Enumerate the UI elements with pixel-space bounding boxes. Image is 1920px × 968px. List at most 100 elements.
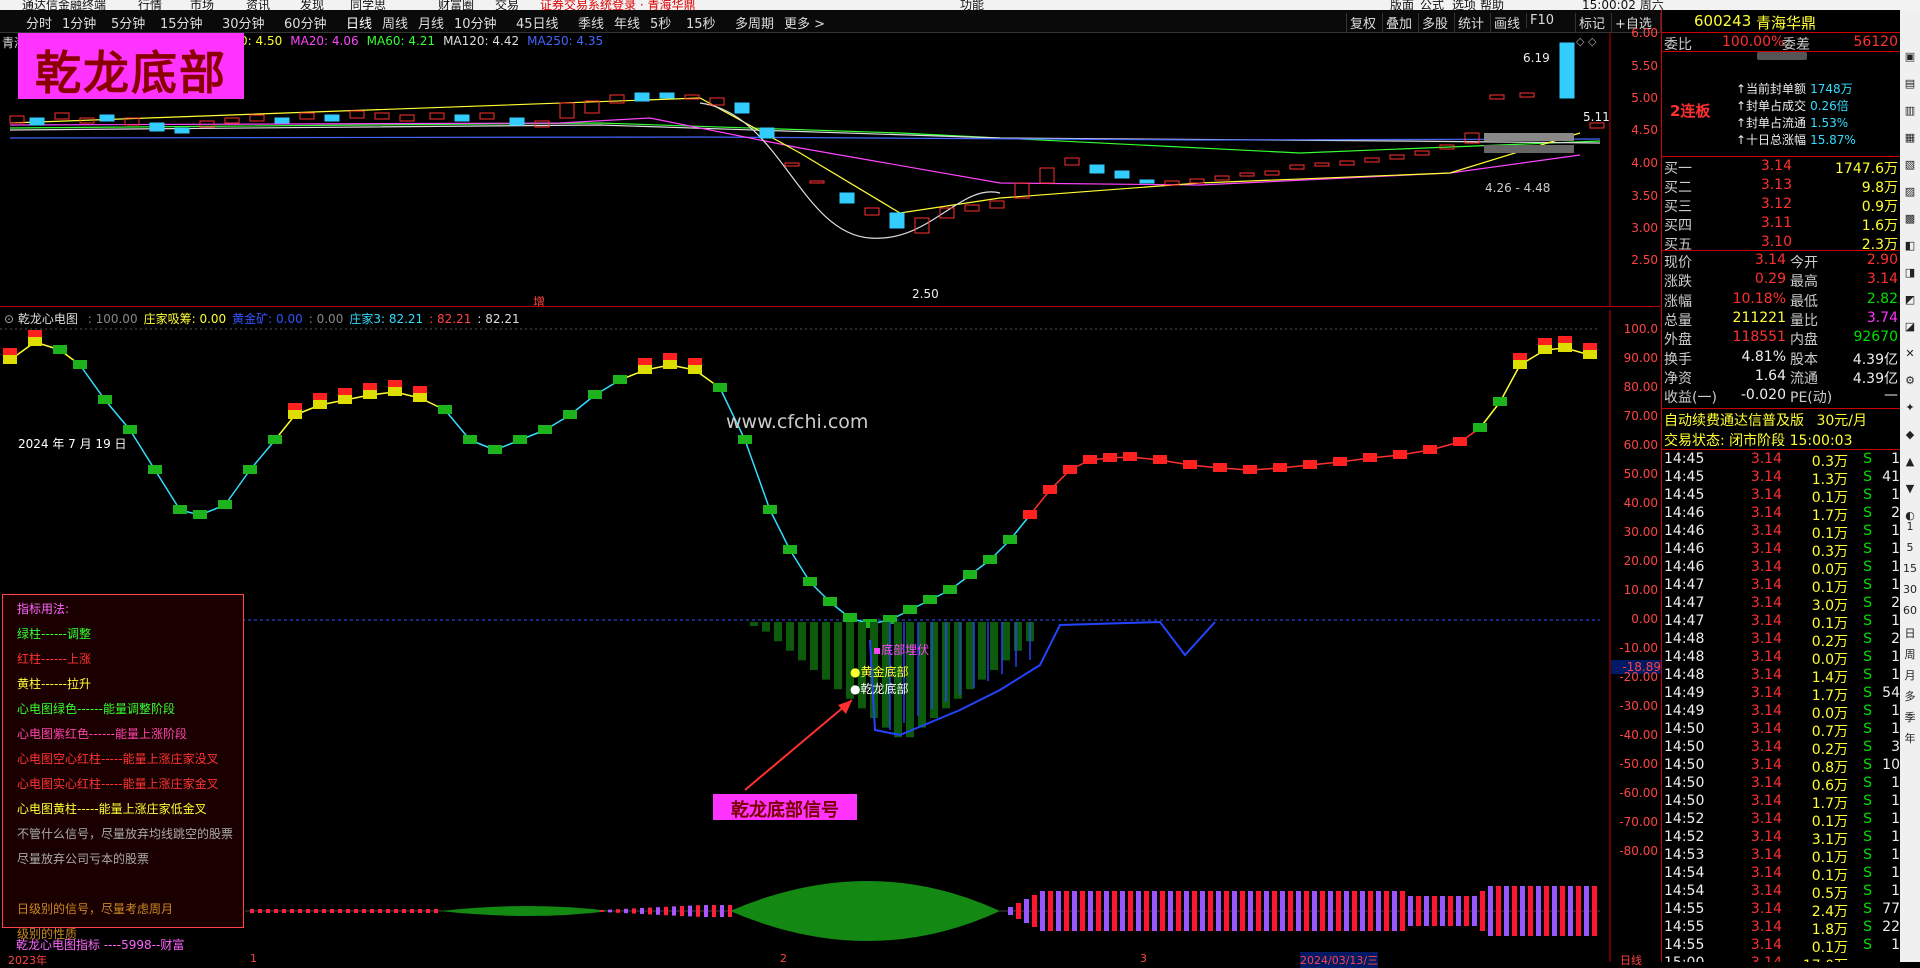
period-tab[interactable]: 10分钟 — [454, 13, 497, 32]
tool-icon[interactable]: ◧ — [1903, 239, 1917, 252]
menu-item[interactable]: 公式 — [1420, 0, 1444, 10]
indicator-chart-svg[interactable] — [0, 310, 1660, 962]
tool-icon[interactable]: ▣ — [1903, 50, 1917, 63]
period-shortcut[interactable]: 15 — [1903, 562, 1917, 575]
tick-side: S — [1863, 721, 1872, 737]
collapse-handle[interactable] — [1757, 52, 1807, 60]
toolbar-button[interactable]: 画线 — [1490, 13, 1520, 32]
tool-icon[interactable]: ▨ — [1903, 185, 1917, 198]
period-shortcut[interactable]: 1 — [1903, 520, 1917, 533]
toolbar-button[interactable]: 统计 — [1454, 13, 1484, 32]
period-tab[interactable]: 周线 — [382, 13, 408, 32]
menu-item[interactable]: 资讯 — [246, 0, 270, 10]
period-tab[interactable]: 30分钟 — [222, 13, 265, 32]
menu-item[interactable]: 财富圈 — [438, 0, 474, 10]
period-shortcut[interactable]: 季 — [1903, 709, 1917, 725]
tick-price: 3.14 — [1750, 847, 1782, 863]
menu-item[interactable]: 市场 — [190, 0, 214, 10]
energy-wave-bar — [1416, 896, 1421, 926]
tool-icon[interactable]: ◆ — [1903, 428, 1917, 441]
period-shortcut[interactable]: 日 — [1903, 625, 1917, 641]
period-shortcut[interactable]: 30 — [1903, 583, 1917, 596]
tool-icon[interactable]: ▤ — [1903, 77, 1917, 90]
candle — [1239, 172, 1255, 177]
ad-text[interactable]: 自动续费通达信普及版 — [1664, 413, 1804, 429]
tool-icon[interactable]: ▼ — [1903, 482, 1917, 495]
period-shortcut[interactable]: 60 — [1903, 604, 1917, 617]
energy-wave-bar — [728, 905, 732, 917]
tool-icon[interactable]: ◪ — [1903, 320, 1917, 333]
period-shortcut[interactable]: 周 — [1903, 646, 1917, 662]
menu-item[interactable]: 版面 — [1390, 0, 1414, 10]
tool-icon[interactable]: ▥ — [1903, 104, 1917, 117]
bid-row[interactable]: 买四 3.11 1.6万 — [1662, 215, 1902, 234]
period-tab[interactable]: 更多 > — [784, 13, 825, 32]
toolbar-button[interactable]: 多股 — [1418, 13, 1448, 32]
period-tab[interactable]: 分时 — [26, 13, 52, 32]
period-tab[interactable]: 15分钟 — [160, 13, 203, 32]
menu-item[interactable]: 选项 — [1452, 0, 1476, 10]
period-tab[interactable]: 15秒 — [686, 13, 716, 32]
chart-nav-icon[interactable]: ◇ ◇ — [1576, 35, 1596, 48]
tick-price: 3.14 — [1750, 595, 1782, 611]
menu-item[interactable]: 帮助 — [1480, 0, 1504, 10]
tool-icon[interactable]: ◩ — [1903, 293, 1917, 306]
bid-row[interactable]: 买二 3.13 9.8万 — [1662, 177, 1902, 196]
tick-row: 14:46 3.14 0.3万 S 1 — [1662, 541, 1902, 560]
tool-icon[interactable]: ▧ — [1903, 158, 1917, 171]
period-tab[interactable]: 1分钟 — [62, 13, 96, 32]
kline-chart-svg[interactable] — [0, 33, 1660, 306]
period-tab[interactable]: 年线 — [614, 13, 640, 32]
period-tab[interactable]: 月线 — [418, 13, 444, 32]
period-shortcut[interactable]: 月 — [1903, 667, 1917, 683]
tick-time: 14:46 — [1664, 505, 1705, 521]
period-tab[interactable]: 5秒 — [650, 13, 671, 32]
toolbar-button[interactable]: 复权 — [1346, 13, 1376, 32]
ad-banner[interactable]: 自动续费通达信普及版 30元/月 — [1664, 410, 1867, 430]
tool-icon[interactable]: ▩ — [1903, 212, 1917, 225]
menu-item[interactable]: 发现 — [300, 0, 324, 10]
period-tab[interactable]: 多周期 — [735, 13, 774, 32]
period-shortcut[interactable]: 多 — [1903, 688, 1917, 704]
period-tab[interactable]: 60分钟 — [284, 13, 327, 32]
ad-price[interactable]: 30元/月 — [1816, 413, 1867, 429]
menu-item[interactable]: 行情 — [138, 0, 162, 10]
bid-row[interactable]: 买三 3.12 0.9万 — [1662, 196, 1902, 215]
indicator-collapse-icon[interactable]: ⊙ — [4, 312, 14, 326]
period-tab[interactable]: 5分钟 — [111, 13, 145, 32]
toolbar-button[interactable]: 叠加 — [1382, 13, 1412, 32]
candle — [889, 212, 905, 229]
heart-marker — [783, 545, 797, 554]
toolbar-button[interactable]: F10 — [1526, 13, 1554, 28]
tick-count: 54 — [1882, 685, 1900, 701]
period-tab[interactable]: 日线 — [346, 13, 372, 32]
kline-chart-panel[interactable]: 青海 0: 4.50 MA20: 4.06 MA60: 4.21 MA120: 4.4… — [0, 26, 1660, 309]
tool-icon[interactable]: ▲ — [1903, 455, 1917, 468]
indicator-chart-panel[interactable]: ⊙ 乾龙心电图 : 100.00 庄家吸筹: 0.00 黄金矿: 0.00: 0.0… — [0, 310, 1661, 962]
menu-item[interactable]: 交易 — [495, 0, 519, 10]
price-range-label: 4.26 - 4.48 — [1485, 181, 1551, 195]
tool-icon[interactable]: ◨ — [1903, 266, 1917, 279]
divider — [1662, 449, 1902, 450]
tool-icon[interactable]: ▦ — [1903, 131, 1917, 144]
period-shortcut[interactable]: 年 — [1903, 730, 1917, 746]
tick-list[interactable]: 14:45 3.14 0.3万 S 1 14:45 3.14 1.3万 S 41 14:45 3.14… — [1662, 451, 1902, 962]
stat-label: 内盘 — [1790, 332, 1818, 349]
candle — [939, 207, 955, 219]
menu-item[interactable]: 功能 — [960, 0, 984, 10]
menu-item[interactable]: 通达信金融终端 — [22, 0, 106, 10]
menu-item[interactable]: 证券交易系统登录 · 青海华鼎 — [540, 0, 695, 10]
tool-icon[interactable]: ✦ — [1903, 401, 1917, 414]
bid-row[interactable]: 买一 3.14 1747.6万 — [1662, 158, 1902, 177]
menu-item[interactable]: 15:00:02 周六 — [1582, 0, 1664, 10]
period-tab[interactable]: 45日线 — [516, 13, 559, 32]
tick-time: 14:48 — [1664, 667, 1705, 683]
period-tab[interactable]: 季线 — [578, 13, 604, 32]
seal-info-value: 0.26倍 — [1810, 99, 1849, 113]
energy-wave-green — [440, 906, 610, 916]
tool-icon[interactable]: ⚙ — [1903, 374, 1917, 387]
menu-item[interactable]: 同学思 — [350, 0, 386, 10]
tool-icon[interactable]: ✕ — [1903, 347, 1917, 360]
period-shortcut[interactable]: 5 — [1903, 541, 1917, 554]
tick-time: 14:52 — [1664, 811, 1705, 827]
